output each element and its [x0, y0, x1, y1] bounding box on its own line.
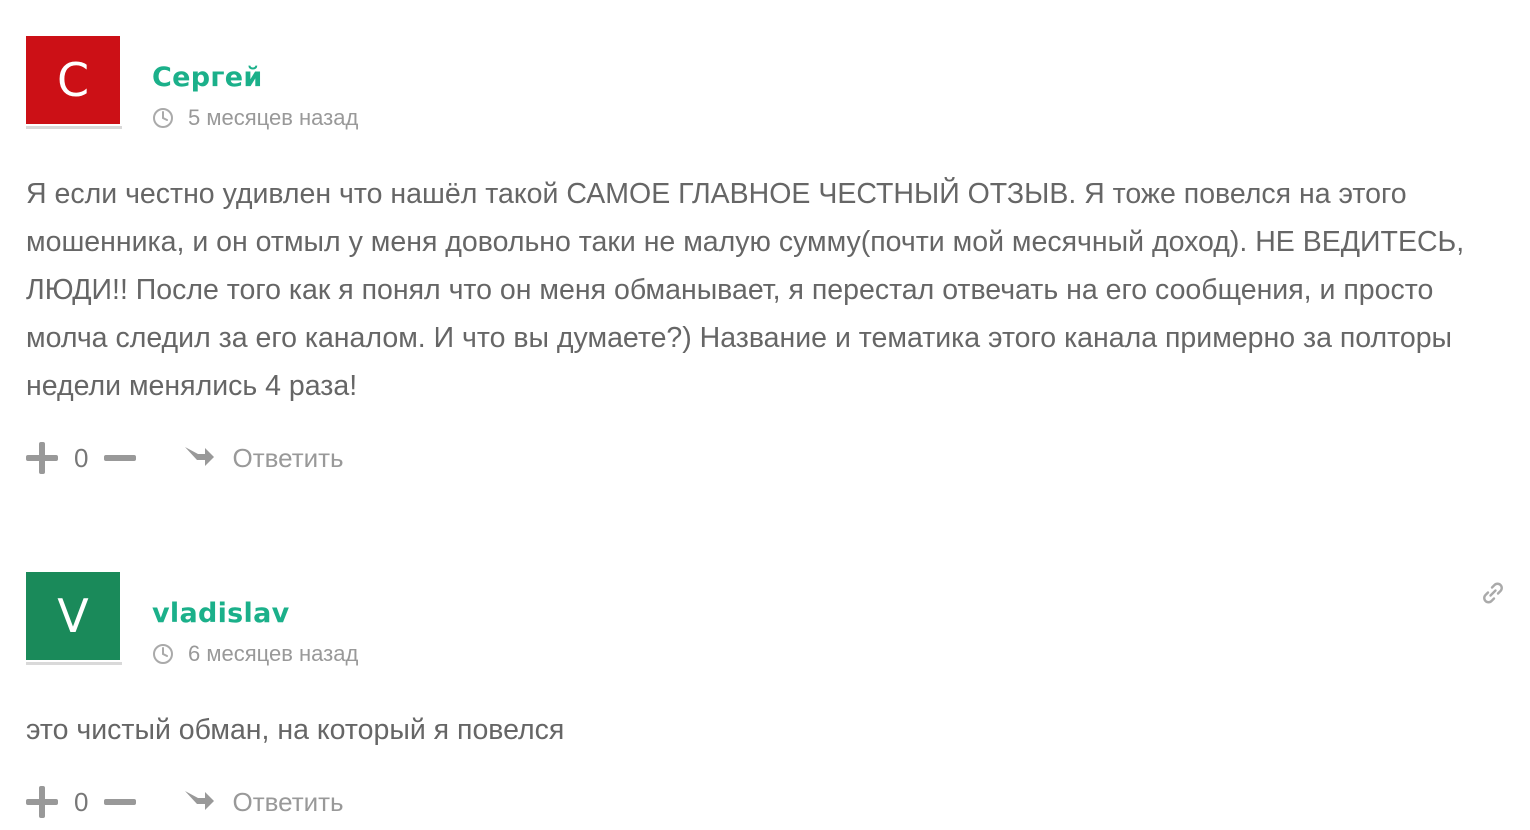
reply-arrow-icon	[185, 791, 215, 810]
vote-count: 0	[74, 442, 89, 473]
reply-button[interactable]: Ответить	[182, 786, 344, 818]
vote-down-icon[interactable]	[104, 442, 137, 474]
vote-count: 0	[74, 786, 89, 817]
comment-text: Я если честно удивлен что нашёл такой СА…	[26, 178, 1465, 402]
avatar: С	[26, 36, 120, 124]
vote-down-icon[interactable]	[104, 786, 137, 818]
comment-meta: 6 месяцев назад	[152, 641, 358, 667]
comment-actions: 0 Ответить	[26, 782, 344, 822]
avatar-letter: С	[56, 53, 90, 107]
comment-author[interactable]: Сергей	[152, 62, 263, 93]
reply-arrow-icon	[185, 447, 215, 466]
reply-button[interactable]: Ответить	[182, 442, 344, 474]
avatar-underline	[26, 662, 122, 665]
clock-icon	[153, 644, 173, 664]
comment-author[interactable]: vladislav	[152, 598, 290, 629]
comment-time[interactable]: 6 месяцев назад	[188, 641, 358, 667]
reply-label: Ответить	[232, 442, 344, 473]
reply-label: Ответить	[232, 786, 344, 817]
avatar-letter: V	[57, 589, 89, 643]
comment-meta: 5 месяцев назад	[152, 105, 358, 131]
clock-icon	[153, 108, 173, 128]
comment-actions: 0 Ответить	[26, 438, 344, 478]
avatar: V	[26, 572, 120, 660]
comment-text: это чистый обман, на который я повелся	[26, 714, 565, 746]
comment-time[interactable]: 5 месяцев назад	[188, 105, 358, 131]
vote-up-icon[interactable]	[26, 442, 58, 474]
vote-up-icon[interactable]	[26, 786, 58, 818]
link-icon[interactable]	[1480, 580, 1506, 606]
avatar-underline	[26, 126, 122, 129]
